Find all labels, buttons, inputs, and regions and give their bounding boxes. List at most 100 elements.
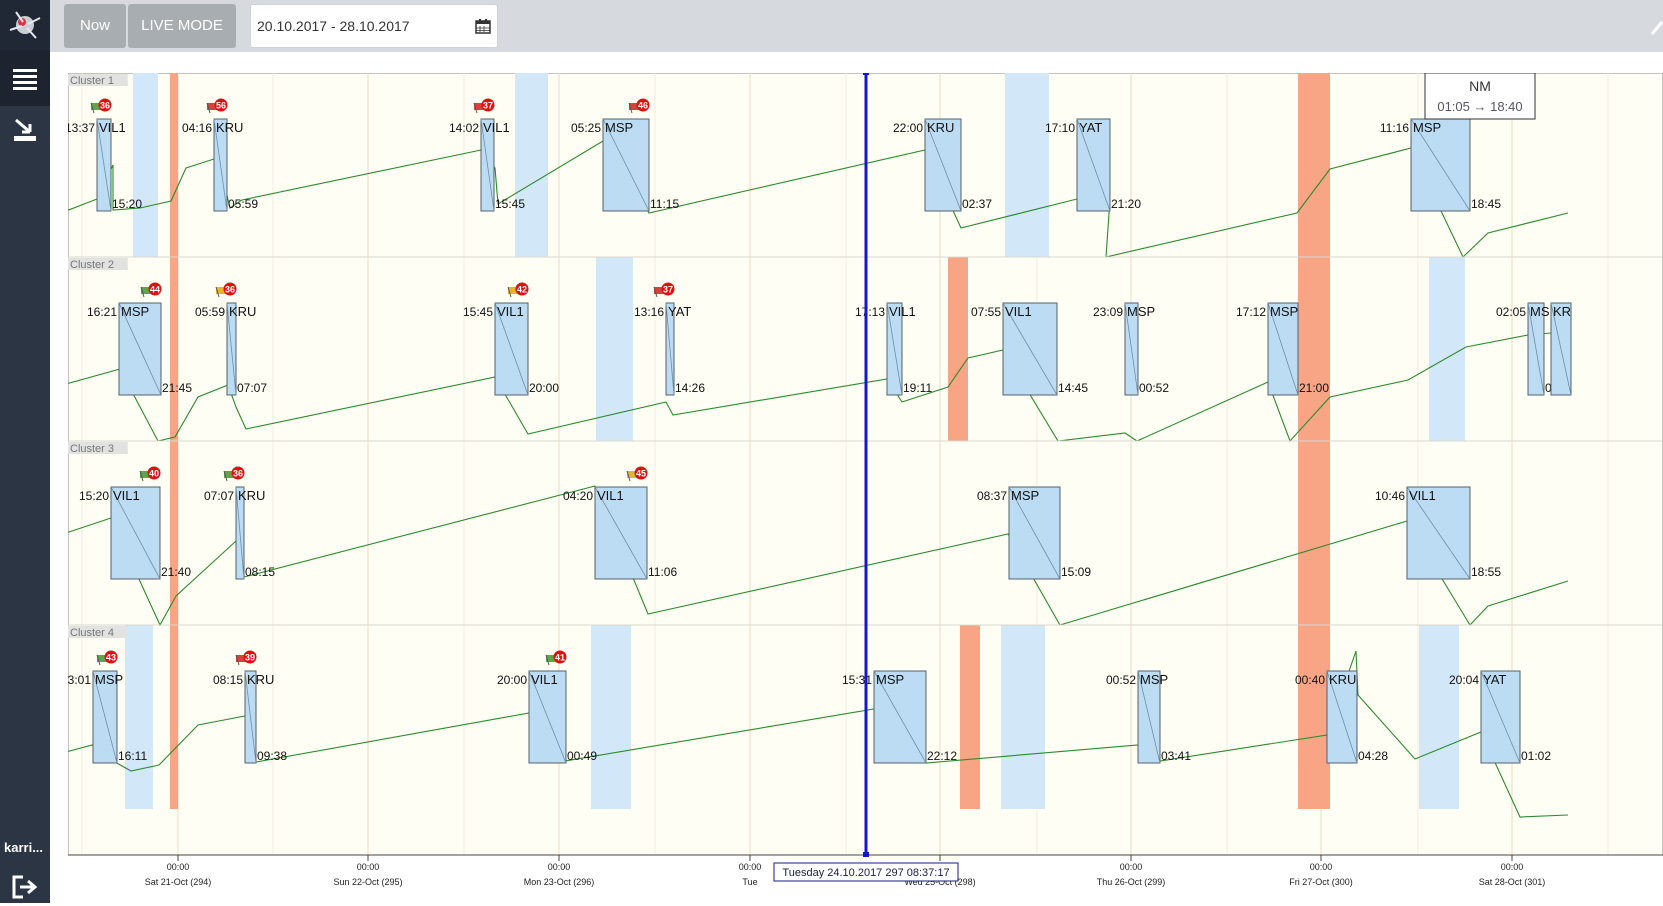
stay-block[interactable]: KR bbox=[1550, 302, 1572, 396]
menu-button[interactable] bbox=[0, 50, 50, 106]
warning-band bbox=[1298, 73, 1330, 257]
maintenance-band bbox=[1005, 73, 1049, 257]
cluster-label: Cluster 1 bbox=[70, 75, 114, 87]
maintenance-band bbox=[515, 73, 548, 257]
count-badge-text: 37 bbox=[483, 101, 493, 111]
stay-end-time: 21:00 bbox=[1299, 381, 1329, 395]
stay-start-time: 17:10 bbox=[1045, 121, 1075, 135]
stay-start-time: 05:25 bbox=[571, 121, 601, 135]
tooltip: NM 01:05 → 18:40 bbox=[1424, 72, 1536, 120]
stay-code: KRU bbox=[247, 672, 274, 687]
count-badge-text: 36 bbox=[225, 285, 235, 295]
stay-code: MSP bbox=[1127, 304, 1155, 319]
warning-band bbox=[1298, 625, 1330, 809]
timeline-chart[interactable]: Cluster 1 VIL1 13:37 15:20 36 KRU 04:16 05:59 56… bbox=[61, 70, 1663, 901]
warning-band bbox=[170, 257, 178, 441]
now-button[interactable]: Now bbox=[64, 4, 126, 48]
stay-end-time: 22:12 bbox=[927, 749, 957, 763]
stay-code: VIL1 bbox=[113, 488, 140, 503]
axis-date-label: Fri 27-Oct (300) bbox=[1289, 877, 1353, 887]
axis-date-label: Sat 28-Oct (301) bbox=[1479, 877, 1546, 887]
app-logo bbox=[0, 0, 50, 50]
stay-code: KR bbox=[1553, 304, 1571, 319]
cluster-label: Cluster 4 bbox=[70, 627, 114, 639]
stay-end-time: 18:55 bbox=[1471, 565, 1501, 579]
stay-end-time: 00:49 bbox=[567, 749, 597, 763]
stay-start-time: 23:09 bbox=[1093, 305, 1123, 319]
axis-time-label: 00:00 bbox=[1310, 862, 1333, 872]
stay-start-time: 20:00 bbox=[497, 673, 527, 687]
stay-start-time: 07:55 bbox=[971, 305, 1001, 319]
stay-code: VIL1 bbox=[597, 488, 624, 503]
stay-code: KRU bbox=[229, 304, 256, 319]
stay-end-time: 05:59 bbox=[228, 197, 258, 211]
stay-start-time: 00:52 bbox=[1106, 673, 1136, 687]
stay-code: MSP bbox=[876, 672, 904, 687]
stay-start-time: 14:02 bbox=[449, 121, 479, 135]
stay-end-time: 04:28 bbox=[1358, 749, 1388, 763]
maintenance-band bbox=[125, 625, 153, 809]
count-badge-text: 40 bbox=[149, 469, 159, 479]
stay-start-time: 17:12 bbox=[1236, 305, 1266, 319]
count-badge-text: 43 bbox=[106, 653, 116, 663]
stay-end-time: 21:40 bbox=[161, 565, 191, 579]
cursor-time-text: Tuesday 24.10.2017 297 08:37:17 bbox=[782, 867, 949, 879]
stay-code: VIL1 bbox=[1409, 488, 1436, 503]
stay-end-time: 09:38 bbox=[257, 749, 287, 763]
warning-band bbox=[948, 257, 968, 441]
axis-date-label: Sat 21-Oct (294) bbox=[145, 877, 212, 887]
stay-code: MSP bbox=[121, 304, 149, 319]
maintenance-band bbox=[1001, 625, 1045, 809]
stay-start-time: 02:05 bbox=[1496, 305, 1526, 319]
timeline-panel: Cluster 1 VIL1 13:37 15:20 36 KRU 04:16 05:59 56… bbox=[61, 70, 1663, 906]
stay-code: VIL1 bbox=[483, 120, 510, 135]
date-range-input[interactable]: 20.10.2017 - 28.10.2017 bbox=[250, 4, 498, 48]
stay-end-time: 20:00 bbox=[529, 381, 559, 395]
tooltip-time: 01:05 → 18:40 bbox=[1437, 99, 1522, 114]
stay-start-time: 15:45 bbox=[463, 305, 493, 319]
stay-start-time: 15:20 bbox=[79, 489, 109, 503]
axis-date-label: Sun 22-Oct (295) bbox=[333, 877, 402, 887]
axis-time-label: 00:00 bbox=[357, 862, 380, 872]
stay-start-time: 17:13 bbox=[855, 305, 885, 319]
stay-start-time: 10:46 bbox=[1375, 489, 1405, 503]
count-badge-text: 44 bbox=[150, 285, 160, 295]
count-badge-text: 39 bbox=[245, 653, 255, 663]
cluster-label: Cluster 2 bbox=[70, 259, 114, 271]
sidebar: karri... bbox=[0, 0, 50, 903]
logout-button[interactable] bbox=[10, 874, 40, 900]
count-badge-text: 41 bbox=[555, 653, 565, 663]
stay-start-time: 13:01 bbox=[68, 673, 91, 687]
stay-start-time: 07:07 bbox=[204, 489, 234, 503]
count-badge-text: 45 bbox=[636, 469, 646, 479]
export-button[interactable] bbox=[0, 110, 50, 166]
stay-code: KRU bbox=[927, 120, 954, 135]
maintenance-band bbox=[1419, 625, 1459, 809]
count-badge-text: 56 bbox=[216, 101, 226, 111]
live-mode-button[interactable]: LIVE MODE bbox=[128, 4, 236, 48]
stay-end-time: 15:09 bbox=[1061, 565, 1091, 579]
pencil-icon[interactable] bbox=[1650, 18, 1663, 36]
stay-start-time: 11:16 bbox=[1380, 121, 1409, 135]
stay-code: KRU bbox=[216, 120, 243, 135]
maintenance-band bbox=[591, 625, 631, 809]
stay-start-time: 04:16 bbox=[182, 121, 212, 135]
axis-time-label: 00:00 bbox=[1120, 862, 1143, 872]
tooltip-title: NM bbox=[1469, 78, 1491, 94]
stay-end-time: 11:15 bbox=[650, 197, 679, 211]
calendar-icon[interactable] bbox=[475, 18, 491, 34]
stay-code: VIL1 bbox=[99, 120, 126, 135]
stay-code: KRU bbox=[238, 488, 265, 503]
stay-start-time: 08:15 bbox=[213, 673, 243, 687]
stay-code: MSP bbox=[1270, 304, 1298, 319]
stay-start-time: 08:37 bbox=[977, 489, 1007, 503]
count-badge-text: 42 bbox=[517, 285, 527, 295]
stay-start-time: 04:20 bbox=[563, 489, 593, 503]
axis-time-label: 00:00 bbox=[167, 862, 190, 872]
stay-end-time: 02:37 bbox=[962, 197, 992, 211]
stay-code: YAT bbox=[1483, 672, 1506, 687]
stay-end-time: 21:20 bbox=[1111, 197, 1141, 211]
stay-end-time: 01:02 bbox=[1521, 749, 1551, 763]
stay-end-time: 03:41 bbox=[1161, 749, 1191, 763]
stay-start-time: 13:37 bbox=[68, 121, 95, 135]
